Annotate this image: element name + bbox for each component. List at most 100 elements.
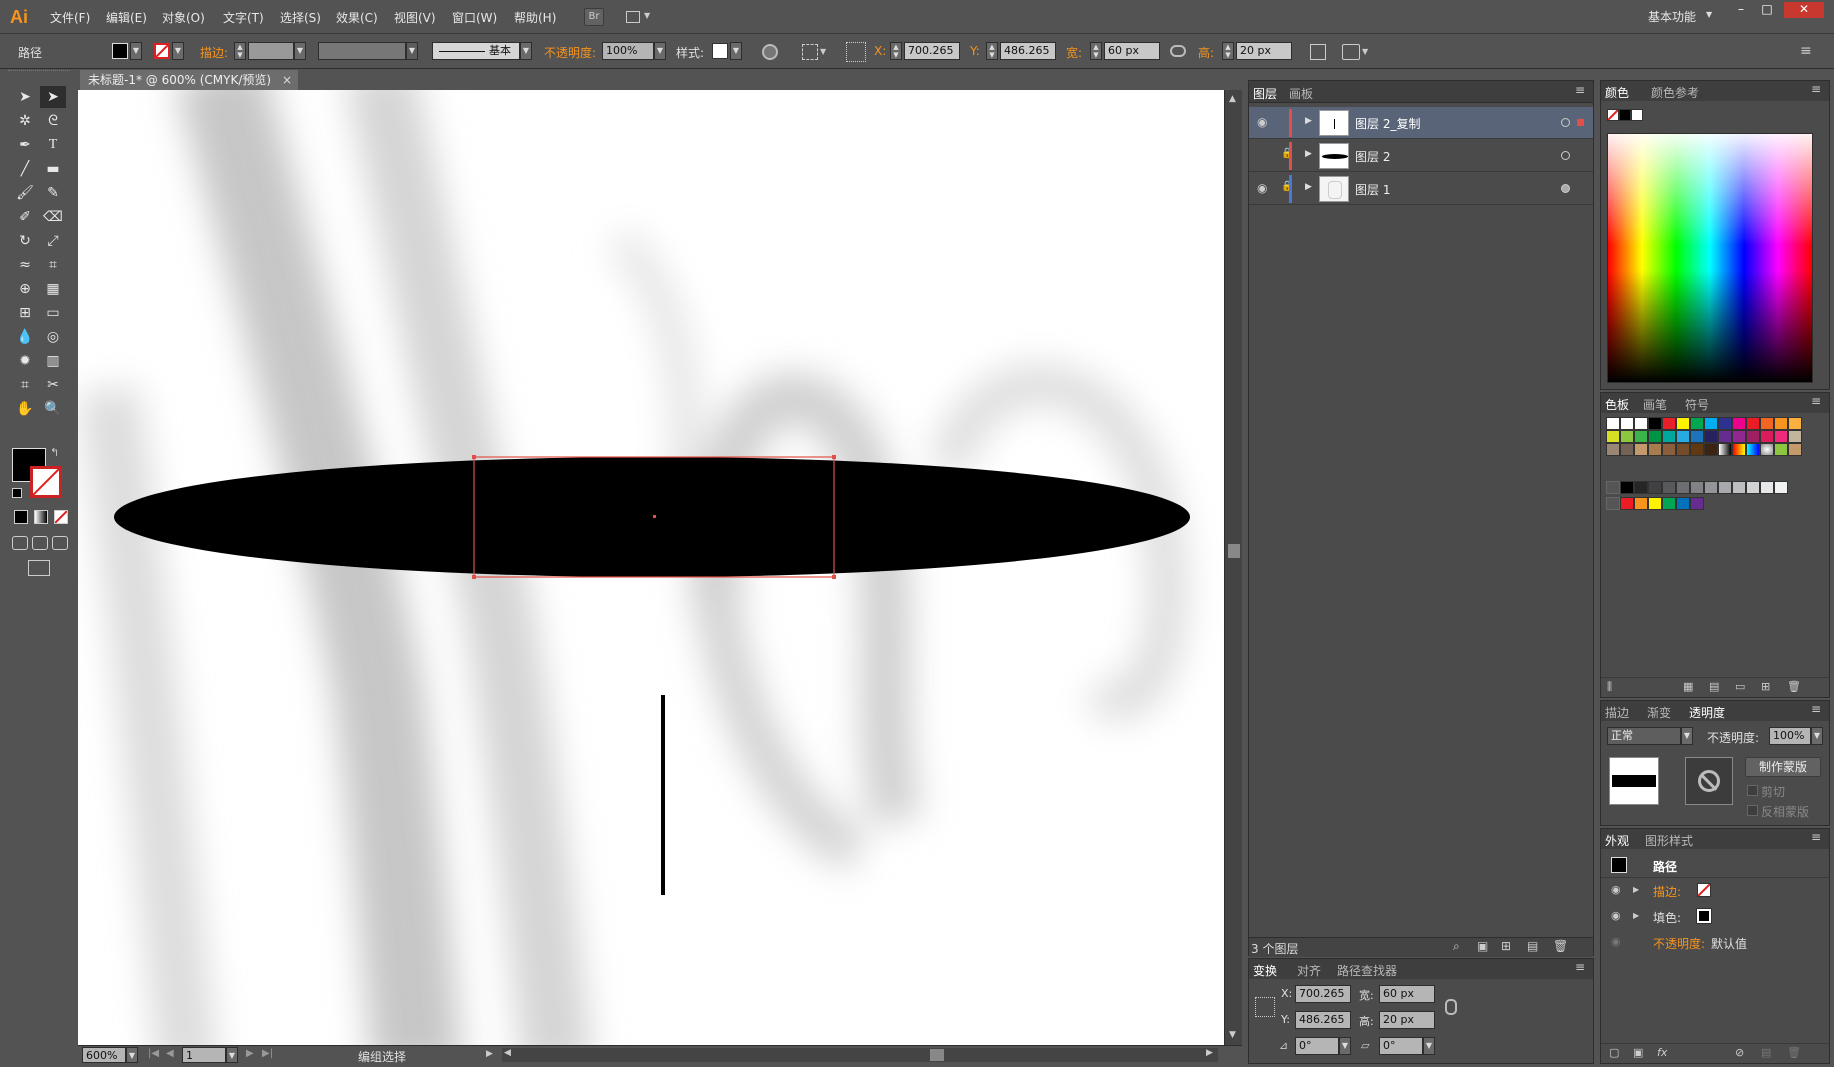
artboard-number-input[interactable]: 1 [182, 1047, 226, 1063]
isolate-group-icon[interactable] [1342, 44, 1360, 60]
swatch-folder[interactable] [1606, 481, 1620, 494]
eye-icon[interactable]: ◉ [1257, 181, 1267, 195]
layer-row-layer-1[interactable]: ◉ 🔒 ▶ 图层 1 [1249, 173, 1593, 205]
zoom-tool-icon[interactable]: 🔍 [40, 398, 66, 420]
stroke-none-swatch[interactable] [1697, 883, 1711, 897]
free-transform-tool-icon[interactable]: ⌗ [40, 254, 66, 276]
artboard-dropdown[interactable]: ▼ [226, 1047, 238, 1063]
pen-tool-icon[interactable]: ✒ [12, 134, 38, 156]
swatch[interactable] [1690, 481, 1704, 494]
x-input[interactable]: 700.265 [904, 42, 960, 60]
swatch[interactable] [1606, 443, 1620, 456]
swatch[interactable] [1676, 430, 1690, 443]
vertical-scrollbar[interactable]: ▲ ▼ [1224, 90, 1242, 1045]
gradient-tool-icon[interactable]: ▭ [40, 302, 66, 324]
swatch[interactable] [1704, 443, 1718, 456]
trash-icon[interactable]: 🗑 [1787, 1046, 1801, 1059]
shape-builder-tool-icon[interactable]: ⊕ [12, 278, 38, 300]
swatch[interactable] [1662, 430, 1676, 443]
eye-icon[interactable]: ◉ [1257, 115, 1267, 129]
trash-icon[interactable]: 🗑 [1553, 939, 1568, 953]
scroll-thumb[interactable] [1228, 544, 1240, 558]
clip-checkbox[interactable] [1747, 785, 1758, 796]
rotate-tool-icon[interactable]: ↻ [12, 230, 38, 252]
first-page-icon[interactable]: |◀ [148, 1048, 159, 1059]
stroke-weight-dropdown[interactable]: ▼ [294, 42, 306, 60]
blend-tool-icon[interactable]: ◎ [40, 326, 66, 348]
zoom-dropdown[interactable]: ▼ [126, 1047, 138, 1063]
brush-dropdown[interactable]: ▼ [520, 42, 532, 60]
stroke-dropdown[interactable]: ▼ [172, 42, 184, 60]
swatch[interactable] [1788, 430, 1802, 443]
recolor-artwork-icon[interactable] [762, 44, 778, 60]
invert-mask-checkbox[interactable] [1747, 805, 1758, 816]
layer-name[interactable]: 图层 1 [1355, 181, 1390, 198]
swatch-gradient[interactable] [1718, 443, 1732, 456]
panel-menu-icon[interactable]: ≡ [1575, 960, 1585, 974]
menu-object[interactable]: 对象(O) [162, 9, 205, 26]
y-spinner[interactable]: ▲ ▼ [986, 42, 998, 60]
black-ellipse-path[interactable] [114, 457, 1190, 577]
swatch[interactable] [1648, 430, 1662, 443]
trash-icon[interactable]: 🗑 [1787, 680, 1801, 693]
tab-color[interactable]: 颜色 [1605, 84, 1629, 101]
menu-edit[interactable]: 编辑(E) [106, 9, 147, 26]
expand-triangle-icon[interactable]: ▶ [1305, 182, 1312, 192]
height-input[interactable]: 20 px [1236, 42, 1292, 60]
lasso-tool-icon[interactable]: ᘓ [40, 110, 66, 132]
swatch[interactable] [1746, 481, 1760, 494]
panel-menu-icon[interactable]: ≡ [1800, 43, 1812, 59]
object-thumbnail[interactable] [1609, 757, 1659, 805]
swatch-pattern[interactable] [1760, 443, 1774, 456]
direct-selection-tool-icon[interactable]: ➤ [40, 86, 66, 108]
swatch[interactable] [1774, 417, 1788, 430]
color-mode-icon[interactable] [14, 510, 28, 524]
panel-menu-icon[interactable]: ≡ [1811, 82, 1821, 96]
panel-menu-icon[interactable]: ≡ [1811, 830, 1821, 844]
stroke-weight-spinner[interactable]: ▲ ▼ [234, 42, 246, 60]
target-icon[interactable] [1561, 184, 1570, 193]
tab-layers[interactable]: 图层 [1253, 85, 1277, 102]
show-swatch-kinds-icon[interactable]: ▦ [1683, 680, 1693, 693]
selection-handle[interactable] [832, 575, 836, 579]
fill-black-swatch[interactable] [1696, 908, 1712, 924]
transform-x-input[interactable]: 700.265 [1295, 985, 1351, 1003]
new-swatch-icon[interactable]: ⊞ [1761, 680, 1770, 693]
target-icon[interactable] [1561, 118, 1570, 127]
duplicate-item-icon[interactable]: ▤ [1761, 1046, 1771, 1059]
workspace-switcher[interactable]: 基本功能 [1648, 8, 1696, 25]
expand-triangle-icon[interactable]: ▶ [1305, 116, 1312, 126]
new-layer-icon[interactable]: ▤ [1527, 939, 1538, 953]
target-icon[interactable] [1561, 151, 1570, 160]
swatch[interactable] [1662, 443, 1676, 456]
paintbrush-tool-icon[interactable]: 🖌 [12, 182, 38, 204]
swatch[interactable] [1676, 497, 1690, 510]
clear-appearance-icon[interactable]: ⊘ [1735, 1046, 1744, 1059]
swatch[interactable] [1788, 417, 1802, 430]
make-clipping-mask-icon[interactable]: ▣ [1477, 939, 1488, 953]
artboard-canvas[interactable] [78, 90, 1224, 1045]
appearance-stroke-row[interactable]: ◉ ▶ 描边: [1601, 879, 1829, 903]
fill-label[interactable]: 填色: [1653, 909, 1681, 926]
fill-swatch[interactable] [112, 43, 128, 59]
swatch[interactable] [1704, 481, 1718, 494]
tab-stroke[interactable]: 描边 [1605, 704, 1629, 721]
mesh-tool-icon[interactable]: ⊞ [12, 302, 38, 324]
selection-handle[interactable] [472, 455, 476, 459]
opacity-dropdown[interactable]: ▼ [1811, 727, 1823, 745]
add-new-fill-icon[interactable]: ▣ [1633, 1046, 1643, 1059]
stroke-none-swatch[interactable] [154, 43, 170, 59]
swatch[interactable] [1718, 430, 1732, 443]
add-effect-icon[interactable]: fx [1657, 1046, 1667, 1059]
reference-point-icon[interactable] [1255, 997, 1275, 1017]
graphic-style-swatch[interactable] [712, 43, 728, 59]
menu-effect[interactable]: 效果(C) [336, 9, 378, 26]
swap-colors-icon[interactable]: ↰ [50, 446, 59, 459]
swatch[interactable] [1760, 417, 1774, 430]
swatch-registration[interactable] [1620, 417, 1634, 430]
width-input[interactable]: 60 px [1104, 42, 1160, 60]
minimize-button[interactable]: – [1728, 2, 1754, 18]
tab-pathfinder[interactable]: 路径查找器 [1337, 962, 1397, 979]
new-color-group-icon[interactable]: ▭ [1735, 680, 1745, 693]
zoom-input[interactable]: 600% [82, 1047, 126, 1063]
